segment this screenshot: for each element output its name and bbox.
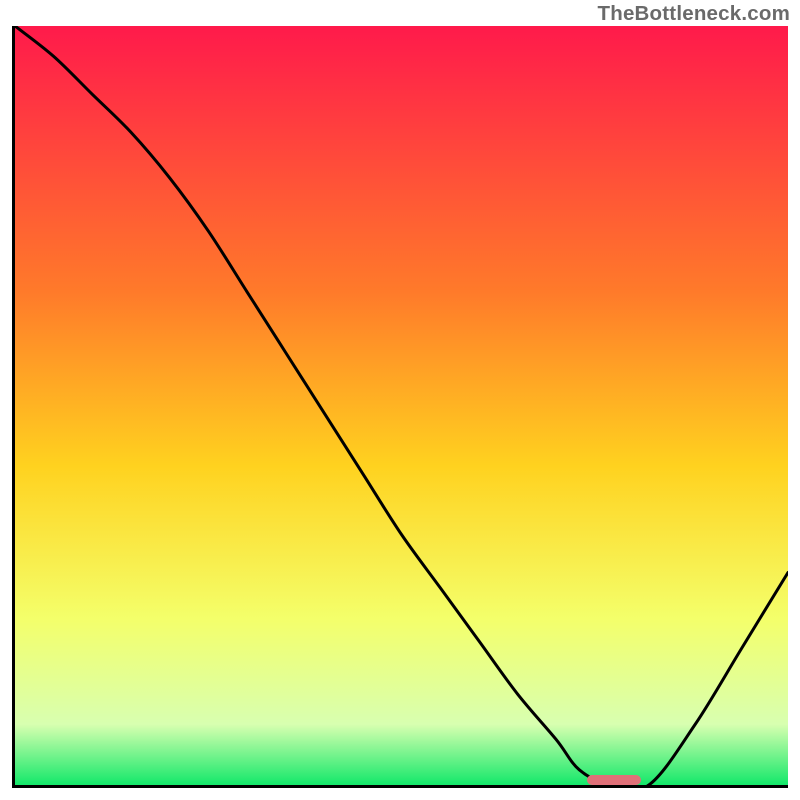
watermark: TheBottleneck.com — [598, 2, 791, 26]
gradient-background — [15, 26, 788, 785]
chart-area — [12, 26, 788, 788]
chart-svg — [15, 26, 788, 785]
optimal-marker — [587, 775, 641, 785]
